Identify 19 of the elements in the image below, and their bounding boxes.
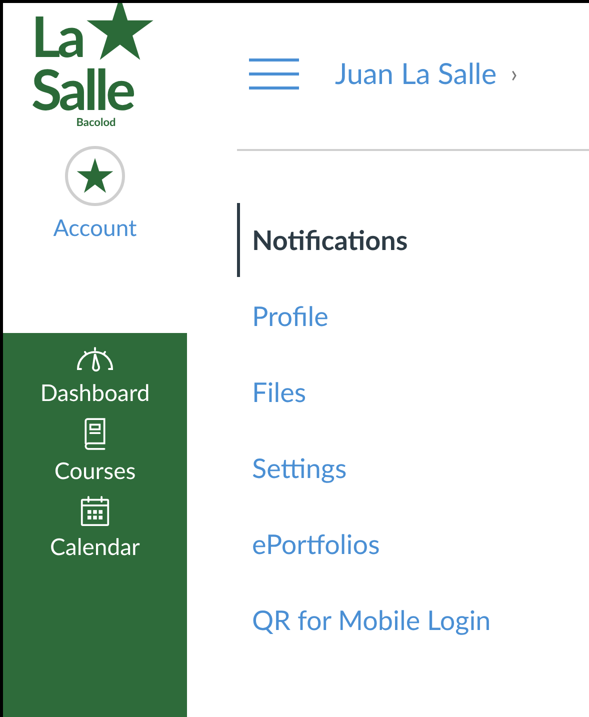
logo-text: La — [31, 9, 83, 63]
nav-item[interactable]: Courses — [54, 417, 136, 485]
page-title[interactable]: Juan La Salle — [335, 52, 497, 96]
menu-icon[interactable] — [249, 58, 299, 90]
calendar-icon — [80, 495, 110, 527]
nav-item[interactable]: Calendar — [50, 495, 140, 561]
account-link[interactable]: Account — [53, 210, 137, 244]
menu-item[interactable]: Profile — [237, 279, 589, 353]
star-icon — [76, 158, 114, 194]
logo-text: Salle — [31, 63, 133, 115]
star-logo-icon — [84, 3, 155, 62]
logo-subtext: Bacolod — [76, 115, 116, 131]
breadcrumb-chevron: › — [510, 58, 518, 90]
menu-item[interactable]: Files — [237, 355, 589, 429]
menu-item[interactable]: ePortfolios — [237, 507, 589, 581]
menu-item[interactable]: Settings — [237, 431, 589, 505]
menu-item[interactable]: Notifications — [237, 203, 589, 277]
nav-item[interactable]: Dashboard — [40, 343, 150, 407]
menu-item[interactable]: QR for Mobile Login — [237, 583, 589, 657]
